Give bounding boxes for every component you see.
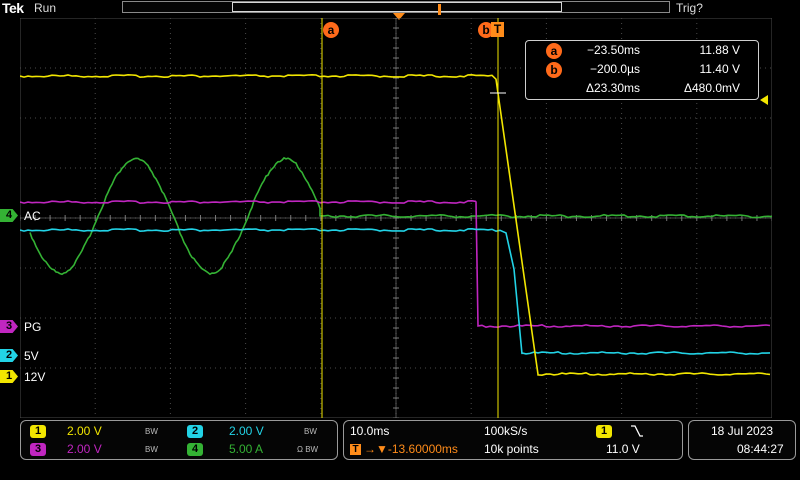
ch4-scale[interactable]: 5.00 A [229, 442, 263, 456]
ch1-bw-limit: BW [145, 427, 158, 436]
cursor-a-label: a [546, 43, 562, 59]
ch1-waveform [20, 73, 771, 377]
trigger-delay[interactable]: →▼-13.60000ms [364, 442, 458, 456]
trigger-level-arrow-icon[interactable] [760, 95, 768, 105]
time: 08:44:27 [737, 442, 784, 456]
cursor-a-value: 11.88 V [699, 43, 740, 57]
ch3-scale[interactable]: 2.00 V [67, 442, 102, 456]
ch1-marker[interactable]: 1 [0, 370, 18, 383]
ch2-scale[interactable]: 2.00 V [229, 424, 264, 438]
acquisition-status[interactable]: Run [34, 1, 56, 15]
trigger-source-badge[interactable]: 1 [596, 425, 612, 438]
sample-rate: 100kS/s [484, 424, 528, 438]
ch1-badge[interactable]: 1 [30, 425, 46, 438]
ch2-label: 5V [24, 349, 39, 363]
trigger-delay-icon: T [350, 444, 361, 455]
trigger-position-marker[interactable]: T [491, 22, 504, 37]
record-trigger-marker [438, 4, 441, 15]
record-view-window[interactable] [232, 2, 562, 12]
ch3-badge[interactable]: 3 [30, 443, 46, 456]
cursor-a-time: −23.50ms [586, 43, 640, 57]
ch1-scale[interactable]: 2.00 V [67, 424, 102, 438]
ch4-waveform [29, 156, 772, 276]
cursor-readout: a −23.50ms 11.88 V b −200.0µs 11.40 V Δ2… [525, 40, 759, 100]
cursor-b-label: b [546, 62, 562, 78]
ch3-bw-limit: BW [145, 445, 158, 454]
date: 18 Jul 2023 [711, 424, 774, 438]
trigger-level[interactable]: 11.0 V [606, 442, 640, 456]
cursor-a-handle[interactable]: a [323, 22, 339, 38]
ch2-marker[interactable]: 2 [0, 349, 18, 362]
ch4-bw-limit: Ω BW [297, 445, 319, 454]
ch3-label: PG [24, 320, 42, 334]
falling-edge-icon [631, 425, 643, 437]
timebase-panel[interactable]: 10.0ms 100kS/s T →▼-13.60000ms 10k point… [343, 420, 683, 460]
cursor-delta-value: Δ480.0mV [683, 81, 740, 95]
cursor-delta-time: Δ23.30ms [585, 81, 640, 95]
ch3-marker[interactable]: 3 [0, 320, 18, 333]
ch4-marker[interactable]: 4 [0, 209, 18, 222]
brand-logo: Tek [2, 0, 24, 16]
datetime-panel[interactable]: 18 Jul 2023 08:44:27 [688, 420, 796, 460]
ch4-label: AC [24, 209, 41, 223]
trigger-status: Trig? [676, 1, 703, 15]
ch4-badge[interactable]: 4 [187, 443, 203, 456]
cursor-b-value: 11.40 V [699, 62, 740, 76]
horizontal-scale[interactable]: 10.0ms [350, 424, 389, 438]
ch2-bw-limit: BW [304, 427, 317, 436]
record-length[interactable]: 10k points [484, 442, 539, 456]
channel-scale-panel[interactable]: 1 2.00 V BW 2 2.00 V BW 3 2.00 V BW 4 5.… [20, 420, 338, 460]
ch1-label: 12V [24, 370, 46, 384]
cursor-b-time: −200.0µs [590, 62, 640, 76]
ch2-badge[interactable]: 2 [187, 425, 203, 438]
